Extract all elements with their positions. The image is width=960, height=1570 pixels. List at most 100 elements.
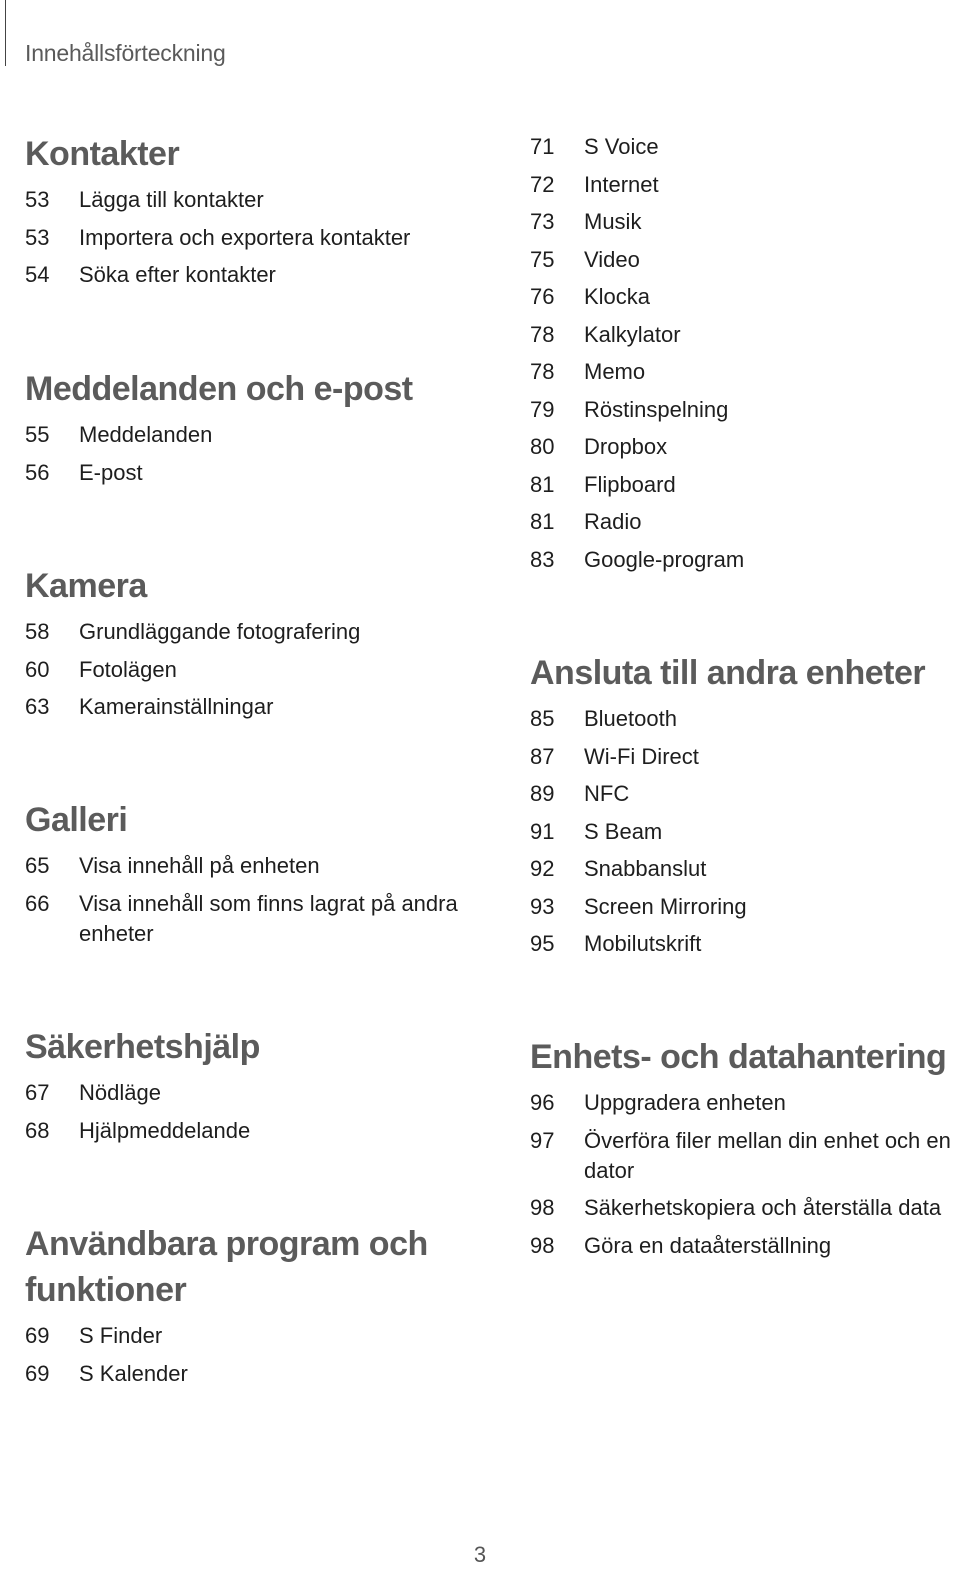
entry-title: Grundläggande fotografering	[79, 619, 361, 644]
entry-title: Flipboard	[584, 471, 676, 497]
page-ref: 53	[25, 224, 50, 250]
toc-entry[interactable]: 97 Överföra filer mellan din enhet och en…	[530, 1126, 960, 1186]
toc-section-kontakter: Kontakter 53 Lägga till kontakter 53 Impor…	[25, 131, 465, 298]
toc-entry[interactable]: 73 Musik	[530, 207, 960, 237]
toc-entry[interactable]: 56 E-post	[25, 458, 465, 488]
toc-entry[interactable]: 96 Uppgradera enheten	[530, 1088, 960, 1118]
entry-title: Memo	[584, 359, 646, 384]
entry-title: Säkerhetskopiera och återställa data	[584, 1195, 942, 1220]
entry-title: Dropbox	[584, 434, 668, 459]
toc-entry[interactable]: 55 Meddelanden	[25, 420, 465, 450]
toc-entry[interactable]: 75 Video	[530, 245, 960, 275]
toc-entry[interactable]: 53 Importera och exportera kontakter	[25, 223, 465, 253]
entry-title: NFC	[584, 781, 630, 806]
toc-entry[interactable]: 92 Snabbanslut	[530, 854, 960, 884]
page-ref: 92	[530, 856, 555, 881]
toc-entry[interactable]: 78 Kalkylator	[530, 320, 960, 350]
entry-title: E-post	[79, 459, 143, 485]
entry-title: Screen Mirroring	[584, 893, 747, 919]
page-ref: 75	[530, 246, 555, 272]
toc-entry[interactable]: 81 Flipboard	[530, 470, 960, 500]
page-ref: 83	[530, 546, 555, 572]
entry-title: Visa innehåll på enheten	[79, 853, 320, 878]
entry-title: Överföra filer mellan din enhet och en d…	[584, 1127, 951, 1183]
toc-entry[interactable]: 65 Visa innehåll på enheten	[25, 851, 465, 881]
page-ref: 79	[530, 396, 555, 422]
entry-title: Musik	[584, 209, 642, 234]
page-ref: 98	[530, 1195, 555, 1220]
toc-entry[interactable]: 79 Röstinspelning	[530, 395, 960, 425]
entry-title: Klocka	[584, 284, 651, 309]
page-ref: 78	[530, 359, 555, 384]
page-ref: 56	[25, 459, 50, 485]
page-ref: 54	[25, 262, 50, 287]
entry-title: Kalkylator	[584, 321, 681, 347]
entry-title: Internet	[584, 171, 659, 197]
toc-entry[interactable]: 58 Grundläggande fotografering	[25, 617, 465, 647]
toc-entry[interactable]: 81 Radio	[530, 507, 960, 537]
entry-title: Visa innehåll som finns lagrat på andra …	[79, 890, 458, 946]
entry-title: Video	[584, 246, 640, 272]
page-ref: 53	[25, 187, 50, 212]
toc-section-kamera: Kamera 58 Grundläggande fotografering 60 F…	[25, 563, 465, 730]
page-ref: 81	[530, 509, 555, 534]
page-ref: 58	[25, 619, 50, 644]
toc-section-anvandbara-program-continued: 71 S Voice 72 Internet 73 Musik 75 Video 76 K…	[530, 132, 960, 582]
toc-entry[interactable]: 72 Internet	[530, 170, 960, 200]
page-ref: 80	[530, 434, 555, 459]
entry-title: Söka efter kontakter	[79, 262, 276, 287]
page-ref: 65	[25, 853, 50, 878]
entry-title: Hjälpmeddelande	[79, 1117, 251, 1143]
toc-entry[interactable]: 98 Säkerhetskopiera och återställa data	[530, 1193, 960, 1223]
toc-entry[interactable]: 69 S Finder	[25, 1321, 465, 1351]
toc-entry[interactable]: 60 Fotolägen	[25, 655, 465, 685]
toc-entry[interactable]: 76 Klocka	[530, 282, 960, 312]
toc-entry[interactable]: 98 Göra en dataåterställning	[530, 1231, 960, 1261]
toc-entry[interactable]: 71 S Voice	[530, 132, 960, 162]
entry-title: Nödläge	[79, 1080, 161, 1105]
toc-entry[interactable]: 68 Hjälpmeddelande	[25, 1116, 465, 1146]
toc-entry[interactable]: 80 Dropbox	[530, 432, 960, 462]
section-heading: Kamera	[25, 567, 147, 605]
toc-section-ansluta: Ansluta till andra enheter 85 Bluetooth 8…	[530, 650, 960, 967]
toc-entry[interactable]: 83 Google-program	[530, 545, 960, 575]
toc-entry[interactable]: 53 Lägga till kontakter	[25, 185, 465, 215]
section-heading: Meddelanden och e-post	[25, 370, 413, 408]
page-ref: 97	[530, 1127, 555, 1153]
page-ref: 87	[530, 743, 555, 769]
entry-title: S Finder	[79, 1323, 163, 1348]
toc-entry[interactable]: 63 Kamerainställningar	[25, 692, 465, 722]
toc-entry[interactable]: 91 S Beam	[530, 817, 960, 847]
page-ref: 76	[530, 284, 555, 309]
toc-entry[interactable]: 85 Bluetooth	[530, 704, 960, 734]
toc-entry[interactable]: 87 Wi-Fi Direct	[530, 742, 960, 772]
page-ref: 60	[25, 656, 50, 682]
toc-entry[interactable]: 66 Visa innehåll som finns lagrat på andr…	[25, 889, 465, 949]
toc-entry[interactable]: 89 NFC	[530, 779, 960, 809]
toc-entry[interactable]: 95 Mobilutskrift	[530, 929, 960, 959]
page-ref: 91	[530, 818, 555, 844]
entry-title: Mobilutskrift	[584, 931, 702, 956]
section-heading: Användbara program och funktioner	[25, 1225, 428, 1309]
toc-entry[interactable]: 54 Söka efter kontakter	[25, 260, 465, 290]
entry-title: Kamerainställningar	[79, 694, 274, 719]
entry-title: Lägga till kontakter	[79, 187, 264, 212]
page-ref: 95	[530, 931, 555, 956]
page-ref: 89	[530, 781, 555, 806]
toc-section-meddelanden: Meddelanden och e-post 55 Meddelanden 56 E…	[25, 366, 465, 495]
page-ref: 72	[530, 171, 555, 197]
toc-entry[interactable]: 78 Memo	[530, 357, 960, 387]
toc-entry[interactable]: 93 Screen Mirroring	[530, 892, 960, 922]
toc-entry[interactable]: 67 Nödläge	[25, 1078, 465, 1108]
page-ref: 68	[25, 1117, 50, 1143]
section-heading: Kontakter	[25, 135, 180, 173]
page-ref: 63	[25, 694, 50, 719]
page-ref: 78	[530, 321, 555, 347]
page-ref: 98	[530, 1232, 555, 1258]
page-ref: 71	[530, 134, 555, 159]
section-heading: Enhets- och datahantering	[530, 1038, 947, 1076]
entry-title: Snabbanslut	[584, 856, 707, 881]
section-heading: Ansluta till andra enheter	[530, 654, 926, 692]
toc-entry[interactable]: 69 S Kalender	[25, 1359, 465, 1389]
entry-title: Wi-Fi Direct	[584, 743, 699, 769]
